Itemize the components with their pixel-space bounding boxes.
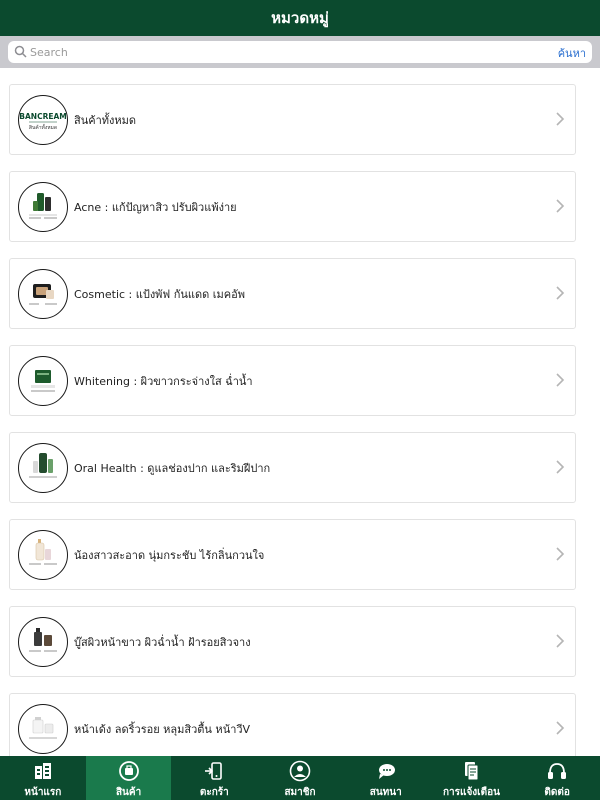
app-root: หมวดหมู่ ค้นหา BANCREAM สินค้าทั้งหมด สิ… — [0, 0, 600, 800]
category-label: Whitening : ผิวขาวกระจ่างใส ฉ่ำน้ำ — [74, 374, 253, 388]
tab-products[interactable]: สินค้า — [85, 756, 172, 800]
category-label: น้องสาวสะอาด นุ่มกระชับ ไร้กลิ่นกวนใจ — [74, 548, 265, 562]
search-input[interactable] — [30, 42, 530, 62]
search-button[interactable]: ค้นหา — [558, 44, 586, 62]
chevron-right-icon — [556, 547, 565, 561]
face-booster-products-thumbnail — [18, 616, 68, 667]
chevron-right-icon — [556, 721, 565, 735]
chevron-right-icon — [556, 199, 565, 213]
chevron-right-icon — [556, 112, 565, 126]
tab-label: ตะกร้า — [199, 787, 229, 798]
whitening-products-thumbnail — [18, 355, 68, 406]
page-title: หมวดหมู่ — [271, 9, 329, 27]
products-icon — [118, 761, 139, 781]
category-item-acne[interactable]: Acne : แก้ปัญหาสิว ปรับผิวแพ้ง่าย — [9, 171, 576, 242]
category-label: Oral Health : ดูแลช่องปาก และริมฝีปาก — [74, 461, 271, 475]
acne-products-thumbnail — [18, 181, 68, 232]
tab-label: สนทนา — [369, 787, 402, 798]
tab-label: สมาชิก — [284, 787, 316, 798]
member-icon — [289, 760, 311, 782]
feminine-care-products-icon — [29, 538, 57, 565]
category-list: BANCREAM สินค้าทั้งหมด สินค้าทั้งหมด Acn… — [0, 68, 600, 756]
category-item-feminine-care[interactable]: น้องสาวสะอาด นุ่มกระชับ ไร้กลิ่นกวนใจ — [9, 519, 576, 590]
category-item-anti-aging[interactable]: หน้าเด้ง ลดริ้วรอย หลุมสิวตื้น หน้าวีV — [9, 693, 576, 756]
search-icon — [14, 45, 27, 58]
tab-label: สินค้า — [115, 787, 142, 798]
bottom-tab-bar: หน้าแรก สินค้า ตะกร้า สมาชิก สนทนา การแจ… — [0, 756, 600, 800]
category-item-cosmetic[interactable]: Cosmetic : แป้งพัฟ กันแดด เมคอัพ — [9, 258, 576, 329]
tab-notification[interactable]: การแจ้งเตือน — [429, 756, 515, 800]
feminine-care-products-thumbnail — [18, 529, 68, 580]
chevron-right-icon — [556, 634, 565, 648]
tab-label: ติดต่อ — [544, 787, 570, 798]
cosmetic-products-icon — [29, 283, 57, 305]
brand-logo-subtext: สินค้าทั้งหมด — [29, 122, 57, 131]
acne-products-icon — [29, 192, 57, 219]
category-item-oral-health[interactable]: Oral Health : ดูแลช่องปาก และริมฝีปาก — [9, 432, 576, 503]
category-label: Acne : แก้ปัญหาสิว ปรับผิวแพ้ง่าย — [74, 200, 237, 214]
tab-chat[interactable]: สนทนา — [343, 756, 429, 800]
chevron-right-icon — [556, 286, 565, 300]
search-field[interactable]: ค้นหา — [8, 41, 592, 63]
contact-icon — [548, 763, 567, 779]
category-label: Cosmetic : แป้งพัฟ กันแดด เมคอัพ — [74, 287, 245, 301]
anti-aging-products-thumbnail — [18, 703, 68, 754]
face-booster-products-icon — [29, 627, 57, 652]
chevron-right-icon — [556, 460, 565, 474]
category-item-whitening[interactable]: Whitening : ผิวขาวกระจ่างใส ฉ่ำน้ำ — [9, 345, 576, 416]
category-item-face-booster[interactable]: บู๊สผิวหน้าขาว ผิวฉ่ำน้ำ ฝ้ารอยสิวจาง — [9, 606, 576, 677]
tab-label: หน้าแรก — [24, 787, 62, 798]
category-item-all[interactable]: BANCREAM สินค้าทั้งหมด สินค้าทั้งหมด — [9, 84, 576, 155]
tab-label: การแจ้งเตือน — [442, 787, 500, 798]
brand-logo-thumbnail: BANCREAM สินค้าทั้งหมด — [18, 94, 68, 145]
whitening-products-icon — [31, 369, 55, 392]
home-icon — [34, 763, 51, 779]
oral-health-products-thumbnail — [18, 442, 68, 493]
oral-health-products-icon — [29, 452, 57, 478]
anti-aging-products-icon — [29, 716, 57, 739]
category-label: สินค้าทั้งหมด — [74, 113, 137, 127]
brand-logo-icon: BANCREAM สินค้าทั้งหมด — [19, 112, 66, 131]
tab-contact[interactable]: ติดต่อ — [514, 756, 600, 800]
search-bar: ค้นหา — [0, 36, 600, 68]
tab-cart[interactable]: ตะกร้า — [171, 756, 257, 800]
chevron-right-icon — [556, 373, 565, 387]
tab-member[interactable]: สมาชิก — [257, 756, 343, 800]
category-label: บู๊สผิวหน้าขาว ผิวฉ่ำน้ำ ฝ้ารอยสิวจาง — [74, 635, 251, 649]
notification-icon — [465, 762, 479, 781]
tab-home[interactable]: หน้าแรก — [0, 756, 86, 800]
brand-logo-text: BANCREAM — [19, 112, 66, 121]
chat-icon — [378, 764, 395, 779]
cosmetic-products-thumbnail — [18, 268, 68, 319]
header-bar: หมวดหมู่ — [0, 0, 600, 36]
cart-icon — [205, 762, 223, 780]
category-label: หน้าเด้ง ลดริ้วรอย หลุมสิวตื้น หน้าวีV — [74, 722, 251, 736]
